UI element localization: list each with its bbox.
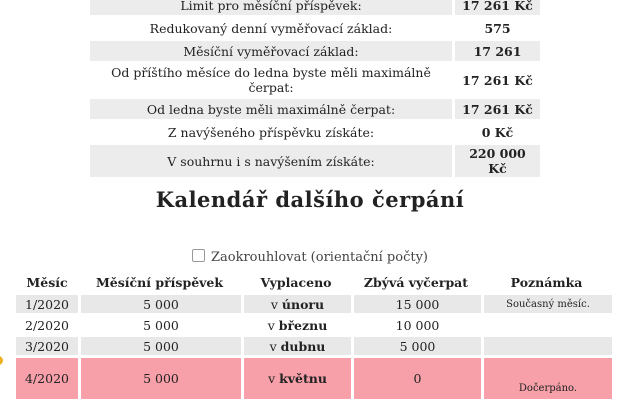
summary-row: Limit pro měsíční příspěvek: 17 261 Kč (90, 0, 540, 15)
summary-label: V souhrnu i s navýšením získáte: (90, 145, 452, 177)
summary-label: Redukovaný denní vyměřovací základ: (149, 20, 393, 36)
cell-contribution: 5 000 (78, 295, 241, 313)
cell-paid: v dubnu (241, 337, 351, 355)
paid-prefix: v (267, 317, 275, 333)
col-header-month: Měsíc (26, 274, 68, 290)
summary-row: Od ledna byste měli maximálně čerpat: 17… (90, 99, 540, 119)
cell-contribution: 5 000 (78, 337, 241, 355)
summary-value: 17 261 Kč (452, 0, 540, 15)
summary-label: Z navýšeného příspěvku získáte: (167, 124, 375, 140)
col-header-remaining: Zbývá vyčerpat (363, 274, 469, 290)
table-row: 2/2020 5 000 v březnu 10 000 (16, 316, 612, 334)
paid-month: květnu (279, 371, 327, 386)
summary-value: 575 (452, 18, 540, 38)
cell-month: 3/2020 (16, 337, 78, 355)
calendar-table: Měsíc Měsíční příspěvek Vyplaceno Zbývá … (16, 269, 612, 402)
cell-remaining: 0 (351, 358, 481, 399)
summary-value: 17 261 Kč (452, 99, 540, 119)
edge-marker (0, 356, 3, 365)
summary-table: Limit pro měsíční příspěvek: 17 261 Kč R… (90, 0, 540, 180)
summary-row: Redukovaný denní vyměřovací základ: 575 (90, 18, 540, 38)
col-header-note: Poznámka (510, 274, 583, 290)
table-row: 3/2020 5 000 v dubnu 5 000 (16, 337, 612, 355)
cell-month: 1/2020 (16, 295, 78, 313)
cell-contribution: 5 000 (78, 316, 241, 334)
summary-label: Limit pro měsíční příspěvek: (90, 0, 452, 15)
cell-contribution: 5 000 (78, 358, 241, 399)
calendar-header-row: Měsíc Měsíční příspěvek Vyplaceno Zbývá … (16, 272, 612, 292)
round-toggle[interactable]: Zaokrouhlovat (orientační počty) (0, 249, 620, 265)
col-header-paid: Vyplaceno (260, 274, 332, 290)
paid-prefix: v (270, 296, 278, 312)
cell-note: Dočerpáno. (481, 358, 612, 399)
paid-month: březnu (278, 317, 328, 333)
summary-label: Měsíční vyměřovací základ: (90, 41, 452, 61)
cell-paid: v květnu (241, 358, 351, 399)
cell-note: Současný měsíc. (481, 295, 612, 313)
table-row-completed: 4/2020 5 000 v květnu 0 Dočerpáno. (16, 358, 612, 399)
cell-remaining: 15 000 (351, 295, 481, 313)
col-header-contribution: Měsíční příspěvek (95, 274, 224, 290)
cell-paid: v únoru (241, 295, 351, 313)
summary-value: 0 Kč (452, 122, 540, 142)
paid-prefix: v (269, 338, 277, 354)
summary-label: Od ledna byste měli maximálně čerpat: (90, 99, 452, 119)
summary-value: 220 000 Kč (452, 145, 540, 177)
cell-paid: v březnu (241, 316, 351, 334)
summary-row: Z navýšeného příspěvku získáte: 0 Kč (90, 122, 540, 142)
cell-note (481, 337, 612, 355)
paid-month: únoru (281, 296, 325, 312)
summary-label: Od příštího měsíce do ledna byste měli m… (111, 65, 431, 95)
table-row: 1/2020 5 000 v únoru 15 000 Současný měs… (16, 295, 612, 313)
cell-remaining: 5 000 (351, 337, 481, 355)
paid-month: dubnu (280, 338, 326, 354)
summary-row: Měsíční vyměřovací základ: 17 261 (90, 41, 540, 61)
cell-note (481, 316, 612, 334)
summary-row: Od příštího měsíce do ledna byste měli m… (90, 64, 540, 96)
calendar-title: Kalendář dalšího čerpání (155, 187, 465, 212)
cell-remaining: 10 000 (351, 316, 481, 334)
cell-month: 4/2020 (16, 358, 78, 399)
round-checkbox[interactable] (191, 249, 205, 262)
summary-value: 17 261 Kč (452, 64, 540, 96)
paid-prefix: v (268, 371, 276, 386)
round-checkbox-label[interactable]: Zaokrouhlovat (orientační počty) (211, 250, 428, 265)
summary-row: V souhrnu i s navýšením získáte: 220 000… (90, 145, 540, 177)
cell-month: 2/2020 (25, 317, 69, 333)
summary-value: 17 261 (452, 41, 540, 61)
